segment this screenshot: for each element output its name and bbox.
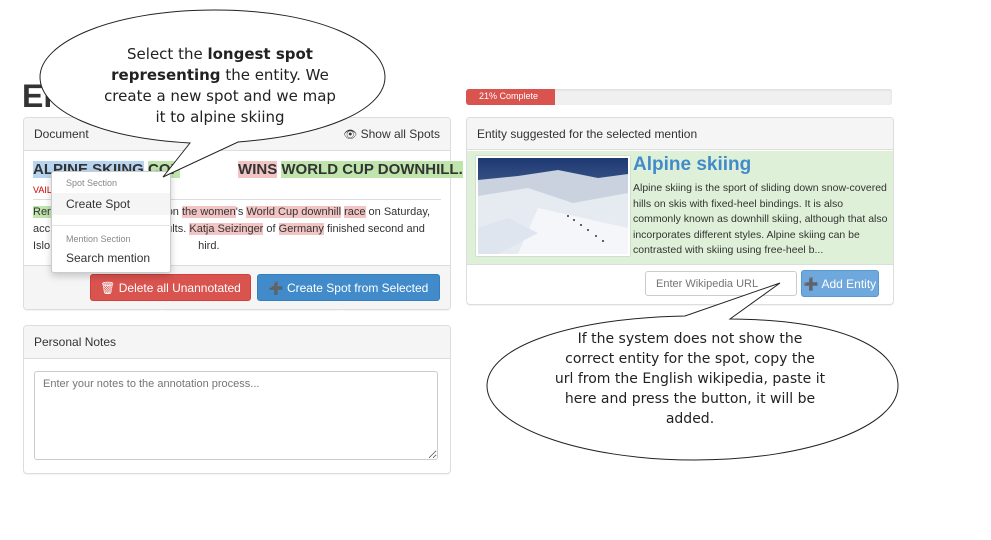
callout-bottom-text: If the system does not show the correct … bbox=[505, 329, 875, 429]
spot-germany[interactable]: Germany bbox=[278, 223, 324, 235]
notes-panel-header: Personal Notes bbox=[24, 326, 450, 359]
entity-panel-header: Entity suggested for the selected mentio… bbox=[467, 118, 893, 150]
callout-top-line-3: create a new spot and we map bbox=[104, 87, 336, 105]
create-button-label: Create Spot from Selected Text bbox=[286, 281, 429, 322]
spot-race[interactable]: race bbox=[344, 206, 366, 218]
entity-title[interactable]: Alpine skiing bbox=[633, 154, 751, 176]
progress-bar-fill: 21% Complete bbox=[466, 89, 556, 105]
create-spot-selected-button[interactable]: ➕ Create Spot from Selected Text bbox=[257, 274, 440, 322]
callout-bottom-line-2: correct entity for the spot, copy the bbox=[565, 351, 815, 367]
notes-textarea[interactable] bbox=[34, 371, 438, 460]
ski-slope-image bbox=[478, 158, 628, 254]
mention-section-header: Mention Section bbox=[66, 234, 131, 244]
entity-panel-title: Entity suggested for the selected mentio… bbox=[477, 127, 698, 141]
progress-bar: 21% Complete bbox=[466, 89, 892, 105]
entity-footer-divider bbox=[467, 264, 893, 265]
notes-panel-title: Personal Notes bbox=[34, 335, 117, 349]
callout-top-line-4: it to alpine skiing bbox=[155, 108, 285, 126]
spot-world-cup-downhill-body[interactable]: World Cup downhill bbox=[246, 206, 342, 218]
delete-unannotated-button[interactable]: 🗑 Delete all Unannotated Spot bbox=[90, 274, 251, 322]
callout-top-bold-1: longest spot bbox=[207, 45, 313, 63]
callout-top-text: Select the longest spot representing the… bbox=[75, 44, 365, 128]
callout-bottom-line-3: url from the English wikipedia, paste it bbox=[554, 371, 826, 387]
spot-the-women[interactable]: the women bbox=[181, 206, 236, 218]
spot-katja-seizinger[interactable]: Katja Seizinger bbox=[189, 223, 264, 235]
trash-icon: 🗑 bbox=[100, 281, 116, 295]
progress-label: 21% Complete bbox=[479, 91, 539, 101]
callout-bottom-line-4: here and press the button, it will be bbox=[564, 391, 816, 407]
search-mention-menu-item[interactable]: Search mention bbox=[66, 251, 150, 265]
entity-suggestion: Alpine skiing Alpine skiing is the sport… bbox=[467, 151, 893, 264]
callout-top-line-1: Select the longest spot bbox=[127, 45, 313, 63]
context-menu: Spot Section Create Spot Mention Section… bbox=[51, 171, 171, 273]
context-menu-divider bbox=[52, 225, 170, 226]
notes-panel: Personal Notes bbox=[23, 325, 451, 474]
entity-description: Alpine skiing is the sport of sliding do… bbox=[633, 182, 888, 256]
delete-button-label: Delete all Unannotated Spot bbox=[118, 281, 241, 322]
callout-top-bold-2: representing bbox=[111, 66, 221, 84]
entity-thumbnail[interactable] bbox=[476, 156, 630, 256]
callout-bottom-line-5: added. bbox=[665, 411, 715, 427]
callout-bottom-line-1: If the system does not show the bbox=[577, 331, 803, 347]
document-subline: VAIL bbox=[33, 185, 52, 195]
create-spot-menu-item[interactable]: Create Spot bbox=[52, 193, 170, 215]
plus-circle-icon: ➕ bbox=[268, 281, 284, 295]
callout-top-line-2: representing the entity. We bbox=[111, 66, 329, 84]
